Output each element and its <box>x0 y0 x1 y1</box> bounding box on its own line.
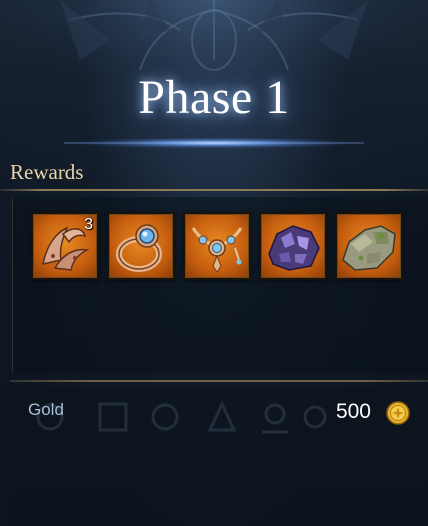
rewards-divider <box>0 189 428 191</box>
mossy-stone-icon <box>342 225 396 271</box>
gold-coin-icon <box>386 401 410 425</box>
reward-slot-5[interactable] <box>335 212 403 280</box>
amethyst-ore-icon <box>268 225 320 271</box>
reward-items-row: 3 <box>31 212 403 280</box>
reward-panel: Phase 1 Rewards 3 Gold 500 <box>0 0 428 526</box>
jeweled-necklace-icon <box>191 227 243 273</box>
reward-slot-4[interactable] <box>259 212 327 280</box>
rewards-header: Rewards <box>10 160 84 184</box>
reward-slot-2[interactable] <box>107 212 175 280</box>
reward-quantity: 3 <box>84 216 93 233</box>
phase-title: Phase 1 <box>138 71 290 124</box>
reward-slot-1[interactable]: 3 <box>31 212 99 280</box>
title-glow-decoration <box>64 137 364 149</box>
sapphire-ring-icon <box>116 224 162 272</box>
gold-amount: 500 <box>335 400 371 423</box>
gold-divider <box>10 380 428 382</box>
reward-slot-3[interactable] <box>183 212 251 280</box>
background-icons-watermark <box>36 400 327 434</box>
gold-label: Gold <box>28 400 64 419</box>
